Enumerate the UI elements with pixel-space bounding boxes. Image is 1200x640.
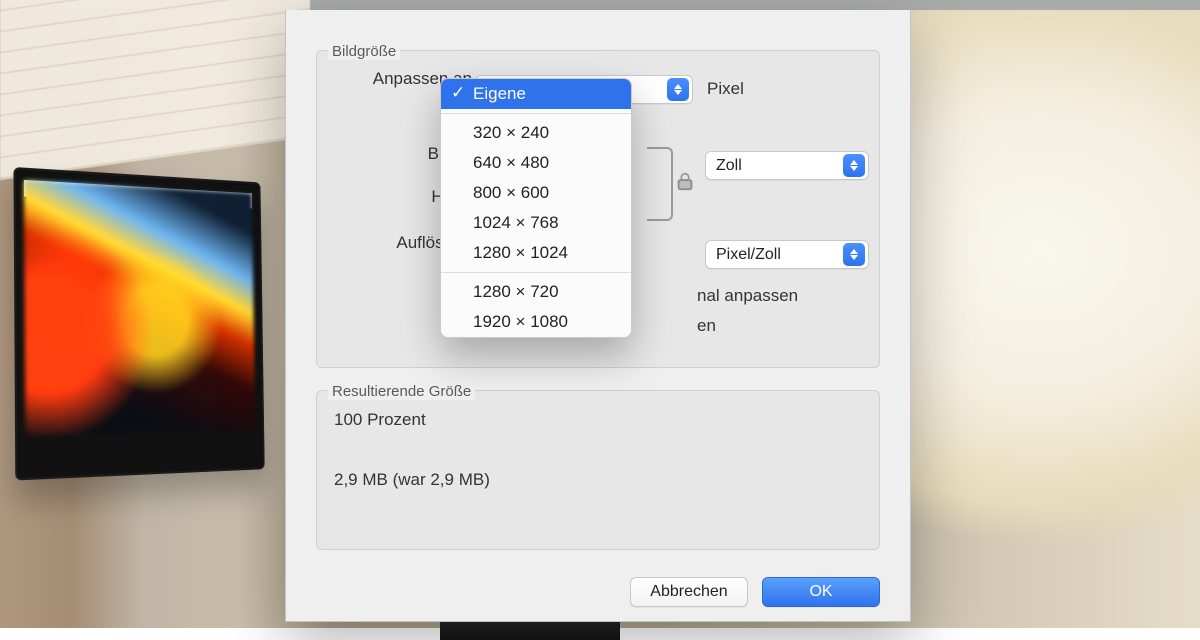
unit-pixel-label: Pixel xyxy=(707,79,744,99)
resample-checkbox-label-fragment[interactable]: en xyxy=(697,316,716,336)
chevron-up-down-icon xyxy=(843,154,865,177)
ok-button[interactable]: OK xyxy=(762,577,880,607)
image-size-panel-title: Bildgröße xyxy=(328,43,400,60)
dropdown-item[interactable]: 640 × 480 xyxy=(441,148,631,178)
size-unit-select[interactable]: Zoll xyxy=(705,151,869,180)
chevron-up-down-icon xyxy=(667,78,689,101)
result-percent: 100 Prozent xyxy=(334,410,426,430)
dropdown-separator xyxy=(441,113,631,114)
dropdown-separator xyxy=(441,272,631,273)
resulting-size-panel-title: Resultierende Größe xyxy=(328,383,475,400)
ok-button-label: OK xyxy=(809,583,832,601)
laptop-screen-photo xyxy=(24,180,255,436)
proportional-checkbox-label-fragment[interactable]: nal anpassen xyxy=(697,286,798,306)
resolution-unit-select-value: Pixel/Zoll xyxy=(716,246,781,264)
dropdown-item[interactable]: 320 × 240 xyxy=(441,118,631,148)
lock-icon[interactable] xyxy=(674,169,696,193)
dropdown-item[interactable]: 800 × 600 xyxy=(441,178,631,208)
dialog-footer: Abbrechen OK xyxy=(630,577,880,607)
chevron-up-down-icon xyxy=(843,243,865,266)
dropdown-item-selected[interactable]: Eigene xyxy=(441,79,631,109)
fit-to-dropdown-menu[interactable]: Eigene 320 × 240 640 × 480 800 × 600 102… xyxy=(440,78,632,338)
background-laptop: Photo Paramètres Outils Affichage Fenêtr… xyxy=(14,174,284,524)
cancel-button[interactable]: Abbrechen xyxy=(630,577,748,607)
cancel-button-label: Abbrechen xyxy=(650,583,727,601)
dropdown-item[interactable]: 1280 × 720 xyxy=(441,277,631,307)
dropdown-item[interactable]: 1920 × 1080 xyxy=(441,307,631,337)
resolution-unit-select[interactable]: Pixel/Zoll xyxy=(705,240,869,269)
laptop-frame: Photo Paramètres Outils Affichage Fenêtr… xyxy=(13,167,264,481)
dropdown-item[interactable]: 1280 × 1024 xyxy=(441,238,631,268)
dropdown-item[interactable]: 1024 × 768 xyxy=(441,208,631,238)
size-unit-select-value: Zoll xyxy=(716,157,742,175)
result-filesize: 2,9 MB (war 2,9 MB) xyxy=(334,470,490,490)
aspect-link-bracket xyxy=(647,147,673,221)
